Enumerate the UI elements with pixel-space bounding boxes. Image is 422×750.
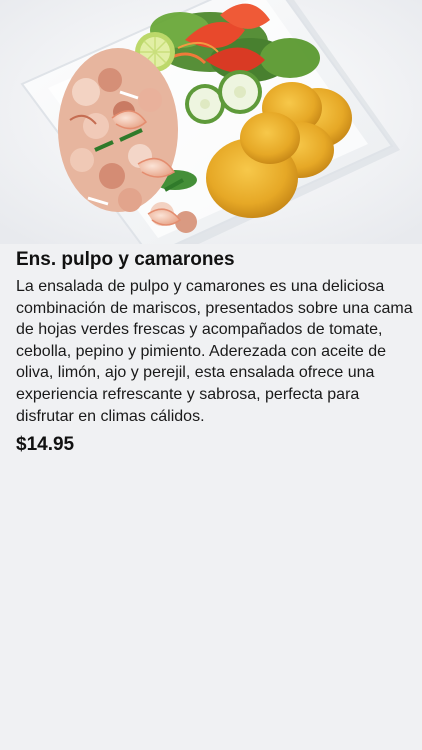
product-details: Ens. pulpo y camarones La ensalada de pu… (16, 248, 414, 457)
product-description: La ensalada de pulpo y camarones es una … (16, 278, 413, 425)
food-plate-illustration (0, 0, 422, 244)
product-photo (0, 0, 422, 244)
product-price: $14.95 (16, 434, 75, 456)
product-title: Ens. pulpo y camarones (16, 249, 235, 270)
